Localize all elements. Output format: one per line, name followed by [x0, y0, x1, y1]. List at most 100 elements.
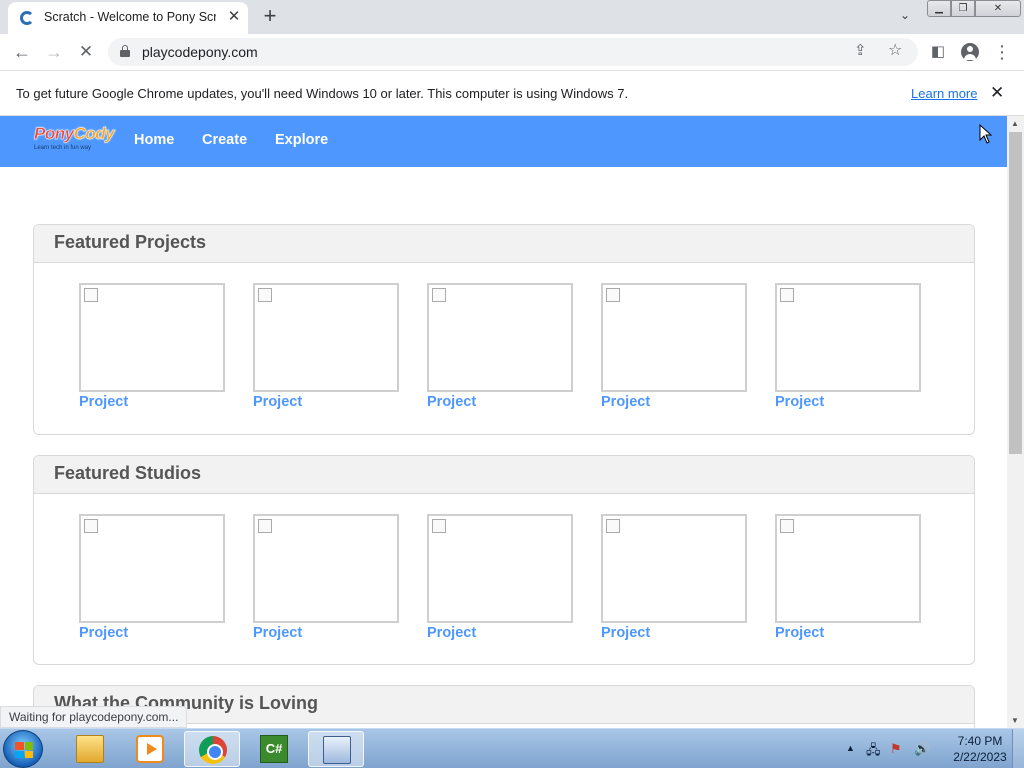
restore-button[interactable]: ❐: [951, 0, 975, 17]
page-scrollbar[interactable]: ▲ ▼: [1007, 116, 1024, 728]
windows-logo-icon: [15, 742, 33, 758]
project-card[interactable]: Project: [253, 283, 399, 410]
featured-studios-box: Featured Studios Project Project Project…: [33, 455, 975, 665]
keyboard-icon: [323, 736, 351, 764]
start-button[interactable]: [3, 730, 43, 768]
stop-loading-icon[interactable]: ✕: [74, 40, 98, 64]
project-link[interactable]: Project: [253, 394, 399, 410]
chevron-down-icon[interactable]: ⌄: [895, 8, 915, 26]
project-thumbnail[interactable]: [601, 283, 747, 392]
section-title: Featured Projects: [54, 232, 207, 252]
share-icon[interactable]: ⇪: [854, 41, 867, 59]
section-title: Featured Studios: [54, 463, 202, 483]
volume-icon[interactable]: 🔊: [914, 741, 930, 757]
update-infobar: To get future Google Chrome updates, you…: [0, 71, 1024, 116]
broken-image-icon: [606, 519, 620, 533]
close-tab-icon[interactable]: ✕: [224, 7, 244, 27]
nav-create[interactable]: Create: [202, 132, 247, 148]
studio-link[interactable]: Project: [775, 625, 921, 641]
tray-expand-icon[interactable]: ▲: [846, 743, 855, 753]
side-panel-icon[interactable]: ◧: [926, 40, 950, 64]
nav-explore[interactable]: Explore: [275, 132, 328, 148]
scroll-up-arrow-icon[interactable]: ▲: [1011, 119, 1019, 128]
window-controls: ▁ ❐ ✕: [927, 0, 1021, 18]
project-thumbnail[interactable]: [775, 283, 921, 392]
broken-image-icon: [432, 519, 446, 533]
broken-image-icon: [84, 288, 98, 302]
tab-title: Scratch - Welcome to Pony Scrat: [44, 10, 216, 24]
clock-date: 2/22/2023: [953, 750, 1007, 764]
project-thumbnail[interactable]: [79, 283, 225, 392]
studio-card[interactable]: Project: [601, 514, 747, 641]
taskbar-chrome[interactable]: [184, 731, 240, 767]
studio-link[interactable]: Project: [253, 625, 399, 641]
studio-link[interactable]: Project: [427, 625, 573, 641]
broken-image-icon: [432, 288, 446, 302]
page-viewport: PonyCody Learn tech in fun way Home Crea…: [0, 116, 1024, 728]
forward-icon[interactable]: →: [42, 40, 66, 64]
studio-thumbnail[interactable]: [601, 514, 747, 623]
project-link[interactable]: Project: [775, 394, 921, 410]
profile-avatar-icon[interactable]: [958, 40, 982, 64]
bookmark-star-icon[interactable]: ☆: [888, 40, 902, 60]
url-text[interactable]: playcodepony.com: [142, 44, 258, 60]
action-center-icon[interactable]: ⚑: [890, 741, 902, 757]
project-link[interactable]: Project: [601, 394, 747, 410]
media-player-icon: [136, 735, 164, 763]
studio-card[interactable]: Project: [253, 514, 399, 641]
back-icon[interactable]: ←: [10, 40, 34, 64]
taskbar-csharp[interactable]: C#: [246, 731, 302, 767]
taskbar-keyboard[interactable]: [308, 731, 364, 767]
studio-card[interactable]: Project: [79, 514, 225, 641]
studio-card[interactable]: Project: [427, 514, 573, 641]
project-link[interactable]: Project: [79, 394, 225, 410]
clock-time: 7:40 PM: [957, 734, 1003, 748]
site-favicon-icon: [20, 11, 34, 25]
studio-thumbnail[interactable]: [79, 514, 225, 623]
logo-secondary-text: Cody: [73, 124, 115, 143]
studio-card[interactable]: Project: [775, 514, 921, 641]
system-clock[interactable]: 7:40 PM 2/22/2023: [940, 733, 1020, 765]
close-infobar-icon[interactable]: ✕: [990, 83, 1004, 103]
csharp-icon: C#: [260, 735, 288, 763]
studio-thumbnail[interactable]: [253, 514, 399, 623]
show-desktop-button[interactable]: [1012, 729, 1024, 768]
close-window-button[interactable]: ✕: [975, 0, 1021, 17]
broken-image-icon: [606, 288, 620, 302]
nav-home[interactable]: Home: [134, 132, 174, 148]
address-bar[interactable]: playcodepony.com ⇪ ☆: [108, 38, 918, 66]
learn-more-link[interactable]: Learn more: [911, 86, 977, 101]
section-title: What the Community is Loving: [54, 693, 318, 713]
ponycody-logo[interactable]: PonyCody Learn tech in fun way: [34, 124, 115, 158]
project-link[interactable]: Project: [427, 394, 573, 410]
project-thumbnail[interactable]: [253, 283, 399, 392]
studio-thumbnail[interactable]: [427, 514, 573, 623]
folder-icon: [76, 735, 104, 763]
taskbar-explorer[interactable]: [62, 731, 118, 767]
network-icon[interactable]: 🖧: [866, 741, 881, 763]
browser-titlebar: Scratch - Welcome to Pony Scrat ✕ + ⌄ ▁ …: [0, 0, 1024, 34]
studio-link[interactable]: Project: [601, 625, 747, 641]
menu-dots-icon[interactable]: ⋮: [990, 40, 1014, 64]
browser-tab[interactable]: Scratch - Welcome to Pony Scrat ✕: [8, 2, 248, 34]
system-tray: ▲ 🖧 ⚑ 🔊 7:40 PM 2/22/2023: [840, 729, 1024, 768]
project-card[interactable]: Project: [775, 283, 921, 410]
project-thumbnail[interactable]: [427, 283, 573, 392]
site-navbar: PonyCody Learn tech in fun way Home Crea…: [0, 116, 1007, 167]
project-card[interactable]: Project: [427, 283, 573, 410]
scrollbar-thumb[interactable]: [1009, 132, 1022, 454]
logo-tagline: Learn tech in fun way: [34, 145, 92, 151]
new-tab-button[interactable]: +: [258, 5, 282, 29]
minimize-button[interactable]: ▁: [927, 0, 951, 17]
taskbar-media-player[interactable]: [122, 731, 178, 767]
broken-image-icon: [258, 288, 272, 302]
scroll-down-arrow-icon[interactable]: ▼: [1011, 716, 1019, 725]
broken-image-icon: [258, 519, 272, 533]
windows-taskbar: C# ▲ 🖧 ⚑ 🔊 7:40 PM 2/22/2023: [0, 728, 1024, 768]
studio-thumbnail[interactable]: [775, 514, 921, 623]
chrome-icon: [199, 736, 227, 764]
mouse-cursor-icon: [979, 124, 993, 144]
project-card[interactable]: Project: [79, 283, 225, 410]
studio-link[interactable]: Project: [79, 625, 225, 641]
project-card[interactable]: Project: [601, 283, 747, 410]
